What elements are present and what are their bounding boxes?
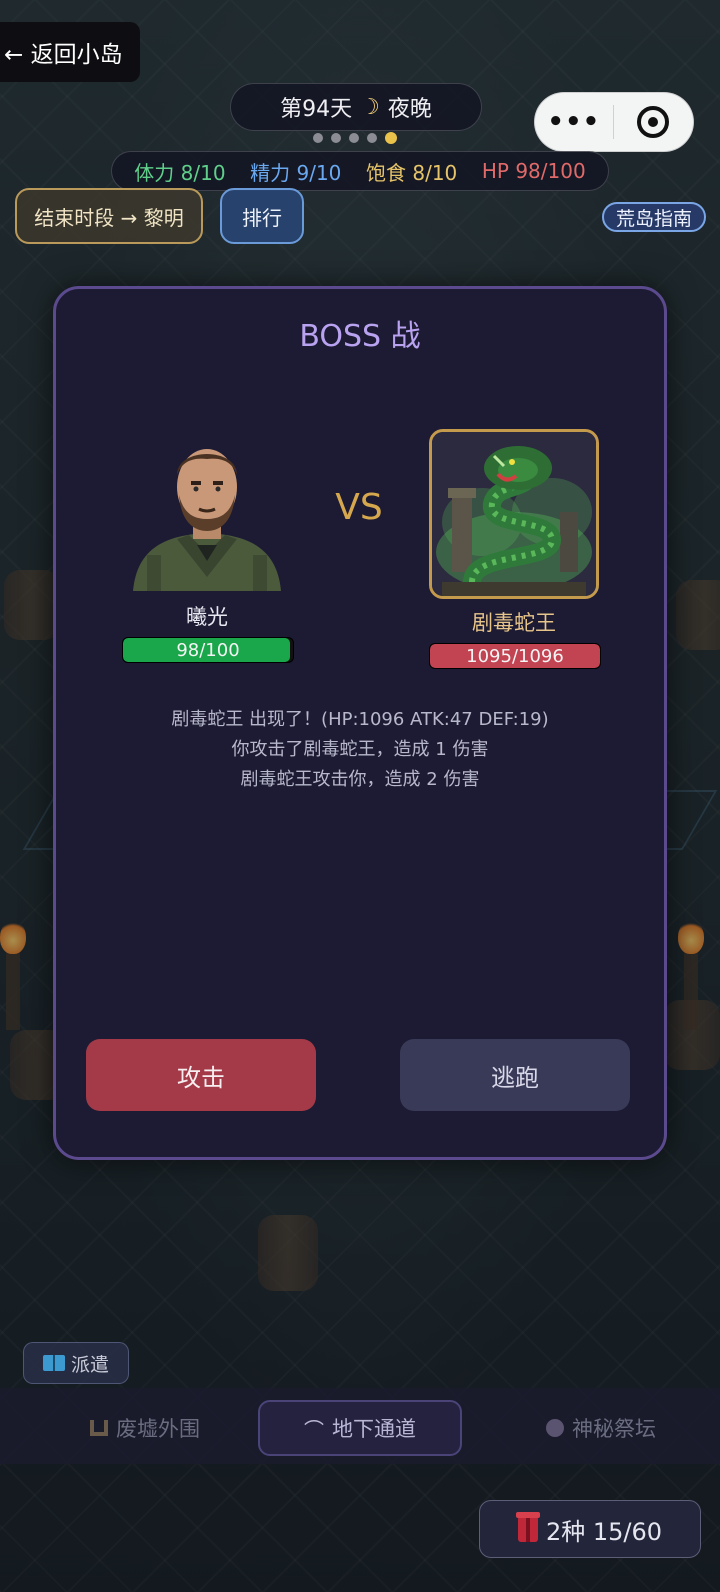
book-icon <box>42 1355 65 1371</box>
battle-log-line: 剧毒蛇王攻击你，造成 2 伤害 <box>240 769 480 790</box>
battle-log-line: 剧毒蛇王 出现了！(HP:1096 ATK:47 DEF:19) <box>171 709 549 730</box>
backpack-button[interactable]: 2种 15/60 <box>479 1500 701 1558</box>
battle-log: 剧毒蛇王 出现了！(HP:1096 ATK:47 DEF:19) 你攻击了剧毒蛇… <box>56 705 664 795</box>
period-dot-active <box>385 132 397 144</box>
period-dot <box>349 133 359 143</box>
player-hp-bar: 98/100 <box>122 637 294 663</box>
period-dots <box>313 132 397 144</box>
period-dot <box>367 133 377 143</box>
dispatch-button[interactable]: 派遣 <box>23 1342 129 1384</box>
boss-portrait <box>429 429 599 599</box>
altar-icon <box>546 1419 564 1437</box>
ruins-icon <box>90 1420 108 1436</box>
nav-label: 神秘祭坛 <box>572 1417 656 1441</box>
back-label: ← 返回小岛 <box>4 42 123 68</box>
status-bar: 体力 8/10 精力 9/10 饱食 8/10 HP 98/100 <box>111 151 609 191</box>
more-dots-icon[interactable]: ••• <box>535 107 613 137</box>
nav-label: 地下通道 <box>332 1417 416 1441</box>
period-dot <box>313 133 323 143</box>
island-guide-button[interactable]: 荒岛指南 <box>602 202 706 232</box>
player-hp-text: 98/100 <box>176 639 240 661</box>
moon-icon: ☽ <box>360 94 380 120</box>
boss-name: 剧毒蛇王 <box>472 611 556 635</box>
backpack-label: 2种 15/60 <box>545 1517 663 1546</box>
nav-label: 废墟外围 <box>116 1417 200 1441</box>
venom-snake-king-icon <box>432 432 596 596</box>
player-portrait <box>127 435 287 591</box>
miniprogram-capsule: ••• <box>534 92 694 152</box>
energy-stat: 精力 9/10 <box>250 160 342 185</box>
period-dot <box>331 133 341 143</box>
nav-item-ruins[interactable]: 废墟外围 <box>70 1400 220 1456</box>
backpack-icon <box>515 1512 540 1542</box>
player-name: 曦光 <box>186 605 228 629</box>
boss-hp-text: 1095/1096 <box>466 645 564 667</box>
target-circle-icon <box>637 106 670 138</box>
back-to-island-button[interactable]: ← 返回小岛 <box>0 22 140 82</box>
nav-item-tunnel[interactable]: ⌒ 地下通道 <box>258 1400 462 1456</box>
close-miniprogram-button[interactable] <box>614 106 694 138</box>
dialog-title: BOSS 战 <box>299 319 421 354</box>
area-nav-bar: 废墟外围 ⌒ 地下通道 神秘祭坛 <box>0 1388 720 1464</box>
day-period-indicator: 第94天 ☽ 夜晚 <box>230 83 482 131</box>
end-period-button[interactable]: 结束时段 → 黎明 <box>15 188 203 244</box>
stamina-stat: 体力 8/10 <box>134 160 226 185</box>
hp-stat: HP 98/100 <box>481 159 586 183</box>
tunnel-icon: ⌒ <box>304 1417 324 1442</box>
battle-log-line: 你攻击了剧毒蛇王，造成 1 伤害 <box>231 739 489 760</box>
period-label: 夜晚 <box>387 97 432 122</box>
dispatch-label: 派遣 <box>70 1353 109 1376</box>
flee-button[interactable]: 逃跑 <box>400 1039 630 1111</box>
boss-fighter: 剧毒蛇王 1095/1096 <box>429 429 601 669</box>
attack-button[interactable]: 攻击 <box>86 1039 316 1111</box>
player-fighter: 曦光 98/100 <box>122 435 294 663</box>
boss-battle-dialog: BOSS 战 曦光 98/100 VS 剧毒蛇王 1095/1096 剧毒蛇王 … <box>53 286 667 1160</box>
ranking-button[interactable]: 排行 <box>220 188 304 244</box>
satiety-stat: 饱食 8/10 <box>366 160 458 185</box>
survivor-portrait-icon <box>133 449 281 591</box>
versus-label: VS <box>335 487 383 528</box>
day-label: 第94天 <box>280 97 353 122</box>
boss-hp-bar: 1095/1096 <box>429 643 601 669</box>
nav-item-altar[interactable]: 神秘祭坛 <box>526 1400 676 1456</box>
